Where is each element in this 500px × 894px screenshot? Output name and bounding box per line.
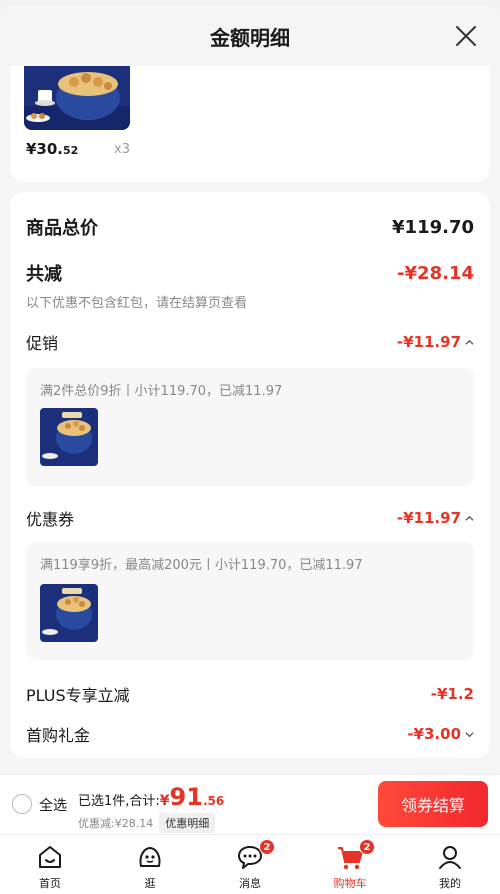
tab-browse[interactable]: 逛 bbox=[100, 835, 200, 894]
total-label: 商品总价 bbox=[26, 218, 98, 239]
cart-icon: 2 bbox=[335, 839, 375, 872]
reduce-row: 共减 -¥28.14 bbox=[26, 260, 474, 286]
chevron-up-icon bbox=[465, 339, 474, 345]
reduce-value: -¥28.14 bbox=[397, 262, 474, 284]
discount-text: 优惠减:¥28.14 bbox=[78, 817, 154, 830]
tab-cart[interactable]: 2 购物车 bbox=[300, 835, 400, 894]
close-icon[interactable] bbox=[452, 22, 480, 50]
promo-detail-text: 满2件总价9折丨小计119.70，已减11.97 bbox=[40, 384, 283, 399]
bottom-tab-bar: 首页 逛 2 消息 2 购物车 我的 bbox=[0, 834, 500, 894]
first-gift-row[interactable]: 首购礼金 -¥3.00 bbox=[26, 722, 474, 746]
message-badge: 2 bbox=[259, 839, 275, 855]
coupon-detail-box: 满119享9折，最高减200元丨小计119.70，已减11.97 bbox=[26, 542, 474, 660]
coupon-label: 优惠券 bbox=[26, 510, 75, 529]
total-row: 商品总价 ¥119.70 bbox=[26, 214, 474, 240]
checkout-bar: 全选 已选1件,合计:¥91.56 优惠减:¥28.14 优惠明细 领券结算 bbox=[0, 774, 500, 834]
product-image bbox=[24, 66, 130, 130]
cart-summary: 已选1件,合计:¥91.56 bbox=[78, 783, 225, 811]
browse-icon bbox=[135, 842, 165, 872]
tab-profile[interactable]: 我的 bbox=[400, 835, 500, 894]
cart-badge: 2 bbox=[359, 839, 375, 855]
promo-product-thumb bbox=[40, 408, 98, 466]
promo-label: 促销 bbox=[26, 334, 59, 353]
first-gift-label: 首购礼金 bbox=[26, 726, 91, 745]
amount-breakdown-card: 商品总价 ¥119.70 共减 -¥28.14 以下优惠不包含红包，请在结算页查… bbox=[10, 192, 490, 758]
chevron-up-icon bbox=[465, 515, 474, 521]
amount-detail-sheet: ¥30.52 x3 金额明细 商品总价 ¥119.70 共减 -¥28.14 以… bbox=[0, 6, 500, 774]
promo-row[interactable]: 促销 -¥11.97 bbox=[26, 330, 474, 354]
page: ¥30.52 x3 金额明细 商品总价 ¥119.70 共减 -¥28.14 以… bbox=[0, 0, 500, 894]
total-value: ¥119.70 bbox=[392, 216, 474, 238]
profile-icon bbox=[435, 842, 465, 872]
plus-row: PLUS专享立减 -¥1.2 bbox=[26, 682, 474, 706]
reduce-label: 共减 bbox=[26, 264, 62, 285]
plus-label: PLUS专享立减 bbox=[26, 686, 130, 705]
promo-detail-box: 满2件总价9折丨小计119.70，已减11.97 bbox=[26, 368, 474, 486]
sheet-header: 金额明细 bbox=[0, 6, 500, 66]
home-icon bbox=[35, 842, 65, 872]
coupon-product-thumb bbox=[40, 584, 98, 642]
tab-home[interactable]: 首页 bbox=[0, 835, 100, 894]
chevron-down-icon bbox=[465, 731, 474, 737]
plus-value: -¥1.2 bbox=[430, 685, 474, 703]
product-price: ¥30.52 bbox=[26, 140, 79, 158]
coupon-row[interactable]: 优惠券 -¥11.97 bbox=[26, 506, 474, 530]
coupon-detail-text: 满119享9折，最高减200元丨小计119.70，已减11.97 bbox=[40, 558, 363, 573]
discount-detail-button[interactable]: 优惠明细 bbox=[159, 813, 216, 833]
tab-messages[interactable]: 2 消息 bbox=[200, 835, 300, 894]
product-card: ¥30.52 x3 bbox=[10, 60, 490, 182]
coupon-value: -¥11.97 bbox=[397, 509, 474, 527]
discount-line: 优惠减:¥28.14 优惠明细 bbox=[78, 813, 216, 833]
select-all-label[interactable]: 全选 bbox=[39, 795, 67, 815]
first-gift-value: -¥3.00 bbox=[407, 725, 474, 743]
select-all-radio[interactable] bbox=[12, 794, 32, 814]
reduce-note: 以下优惠不包含红包，请在结算页查看 bbox=[26, 296, 248, 311]
product-quantity: x3 bbox=[114, 142, 130, 157]
message-icon: 2 bbox=[235, 839, 275, 872]
promo-value: -¥11.97 bbox=[397, 333, 474, 351]
sheet-title: 金额明细 bbox=[210, 25, 290, 50]
checkout-button[interactable]: 领券结算 bbox=[378, 781, 488, 827]
